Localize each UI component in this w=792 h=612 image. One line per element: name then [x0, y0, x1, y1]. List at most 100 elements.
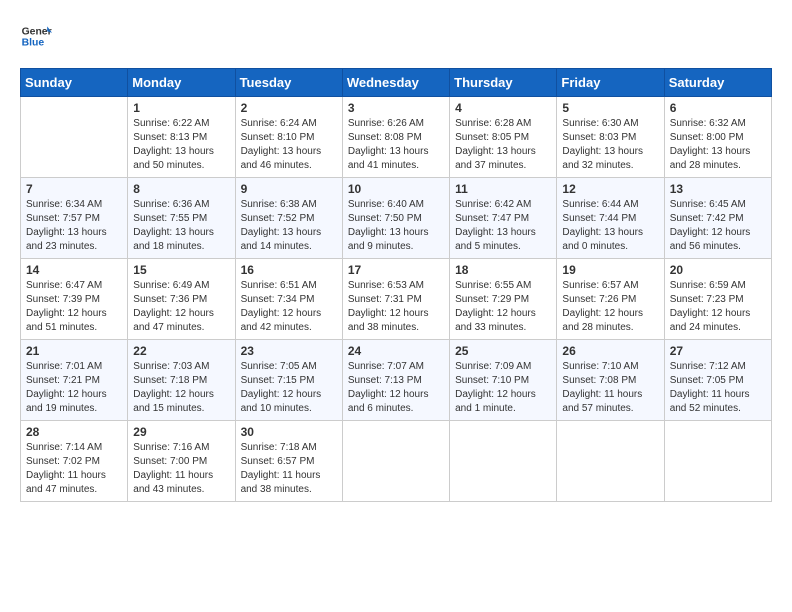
day-info: Sunrise: 7:05 AMSunset: 7:15 PMDaylight:… — [241, 360, 337, 416]
calendar-day-cell: 9 Sunrise: 6:38 AMSunset: 7:52 PMDaylight… — [235, 178, 342, 259]
day-number: 28 — [26, 425, 122, 439]
day-info: Sunrise: 6:57 AMSunset: 7:26 PMDaylight:… — [562, 279, 658, 335]
calendar-day-cell — [664, 421, 771, 502]
calendar-day-cell: 12Sunrise: 6:44 AMSunset: 7:44 PMDayligh… — [557, 178, 664, 259]
calendar-day-cell: 17 Sunrise: 6:53 AMSunset: 7:31 PMDayligh… — [342, 259, 449, 340]
calendar-day-cell: 30 Sunrise: 7:18 AMSunset: 6:57 PMDayligh… — [235, 421, 342, 502]
calendar-week-row: 14Sunrise: 6:47 AMSunset: 7:39 PMDayligh… — [21, 259, 772, 340]
calendar-day-cell: 19 Sunrise: 6:57 AMSunset: 7:26 PMDayligh… — [557, 259, 664, 340]
day-info: Sunrise: 6:38 AMSunset: 7:52 PMDaylight:… — [241, 198, 337, 254]
calendar-day-cell — [342, 421, 449, 502]
day-info: Sunrise: 7:14 AMSunset: 7:02 PMDaylight:… — [26, 441, 122, 497]
day-info: Sunrise: 7:12 AMSunset: 7:05 PMDaylight:… — [670, 360, 766, 416]
weekday-header: Sunday — [21, 69, 128, 97]
day-number: 10 — [348, 182, 444, 196]
calendar-day-cell: 10Sunrise: 6:40 AMSunset: 7:50 PMDayligh… — [342, 178, 449, 259]
weekday-header: Wednesday — [342, 69, 449, 97]
page-header: General Blue — [20, 20, 772, 52]
calendar-day-cell: 3Sunrise: 6:26 AMSunset: 8:08 PMDaylight… — [342, 97, 449, 178]
svg-text:Blue: Blue — [22, 38, 45, 49]
day-number: 15 — [133, 263, 229, 277]
calendar-week-row: 1Sunrise: 6:22 AMSunset: 8:13 PMDaylight… — [21, 97, 772, 178]
calendar-day-cell: 15 Sunrise: 6:49 AMSunset: 7:36 PMDayligh… — [128, 259, 235, 340]
day-number: 19 — [562, 263, 658, 277]
calendar-table: SundayMondayTuesdayWednesdayThursdayFrid… — [20, 68, 772, 502]
calendar-day-cell: 2 Sunrise: 6:24 AMSunset: 8:10 PMDaylight… — [235, 97, 342, 178]
day-number: 29 — [133, 425, 229, 439]
day-info: Sunrise: 6:44 AMSunset: 7:44 PMDaylight:… — [562, 198, 658, 254]
calendar-day-cell — [557, 421, 664, 502]
day-info: Sunrise: 6:34 AMSunset: 7:57 PMDaylight:… — [26, 198, 122, 254]
day-info: Sunrise: 7:03 AMSunset: 7:18 PMDaylight:… — [133, 360, 229, 416]
day-info: Sunrise: 7:16 AMSunset: 7:00 PMDaylight:… — [133, 441, 229, 497]
calendar-day-cell: 27 Sunrise: 7:12 AMSunset: 7:05 PMDayligh… — [664, 340, 771, 421]
day-number: 30 — [241, 425, 337, 439]
day-info: Sunrise: 6:49 AMSunset: 7:36 PMDaylight:… — [133, 279, 229, 335]
calendar-day-cell: 25 Sunrise: 7:09 AMSunset: 7:10 PMDayligh… — [450, 340, 557, 421]
calendar-day-cell — [450, 421, 557, 502]
calendar-day-cell: 18 Sunrise: 6:55 AMSunset: 7:29 PMDayligh… — [450, 259, 557, 340]
calendar-day-cell: 29 Sunrise: 7:16 AMSunset: 7:00 PMDayligh… — [128, 421, 235, 502]
calendar-day-cell: 6 Sunrise: 6:32 AMSunset: 8:00 PMDaylight… — [664, 97, 771, 178]
day-info: Sunrise: 7:10 AMSunset: 7:08 PMDaylight:… — [562, 360, 658, 416]
calendar-day-cell: 1Sunrise: 6:22 AMSunset: 8:13 PMDaylight… — [128, 97, 235, 178]
day-info: Sunrise: 7:18 AMSunset: 6:57 PMDaylight:… — [241, 441, 337, 497]
calendar-day-cell: 26 Sunrise: 7:10 AMSunset: 7:08 PMDayligh… — [557, 340, 664, 421]
calendar-day-cell: 8 Sunrise: 6:36 AMSunset: 7:55 PMDaylight… — [128, 178, 235, 259]
weekday-header: Thursday — [450, 69, 557, 97]
day-number: 26 — [562, 344, 658, 358]
day-info: Sunrise: 6:45 AMSunset: 7:42 PMDaylight:… — [670, 198, 766, 254]
day-number: 8 — [133, 182, 229, 196]
day-number: 27 — [670, 344, 766, 358]
calendar-day-cell: 21 Sunrise: 7:01 AMSunset: 7:21 PMDayligh… — [21, 340, 128, 421]
calendar-day-cell: 22 Sunrise: 7:03 AMSunset: 7:18 PMDayligh… — [128, 340, 235, 421]
weekday-header: Tuesday — [235, 69, 342, 97]
calendar-day-cell: 4Sunrise: 6:28 AMSunset: 8:05 PMDaylight… — [450, 97, 557, 178]
day-info: Sunrise: 7:01 AMSunset: 7:21 PMDaylight:… — [26, 360, 122, 416]
calendar-day-cell: 28 Sunrise: 7:14 AMSunset: 7:02 PMDayligh… — [21, 421, 128, 502]
day-info: Sunrise: 6:59 AMSunset: 7:23 PMDaylight:… — [670, 279, 766, 335]
weekday-header: Monday — [128, 69, 235, 97]
day-number: 7 — [26, 182, 122, 196]
day-info: Sunrise: 6:55 AMSunset: 7:29 PMDaylight:… — [455, 279, 551, 335]
day-number: 18 — [455, 263, 551, 277]
day-info: Sunrise: 7:07 AMSunset: 7:13 PMDaylight:… — [348, 360, 444, 416]
day-info: Sunrise: 7:09 AMSunset: 7:10 PMDaylight:… — [455, 360, 551, 416]
logo-icon: General Blue — [20, 20, 52, 52]
day-info: Sunrise: 6:42 AMSunset: 7:47 PMDaylight:… — [455, 198, 551, 254]
day-info: Sunrise: 6:36 AMSunset: 7:55 PMDaylight:… — [133, 198, 229, 254]
day-info: Sunrise: 6:53 AMSunset: 7:31 PMDaylight:… — [348, 279, 444, 335]
weekday-header: Friday — [557, 69, 664, 97]
calendar-header-row: SundayMondayTuesdayWednesdayThursdayFrid… — [21, 69, 772, 97]
day-info: Sunrise: 6:32 AMSunset: 8:00 PMDaylight:… — [670, 117, 766, 173]
day-number: 9 — [241, 182, 337, 196]
calendar-day-cell: 14Sunrise: 6:47 AMSunset: 7:39 PMDayligh… — [21, 259, 128, 340]
day-number: 21 — [26, 344, 122, 358]
calendar-week-row: 28 Sunrise: 7:14 AMSunset: 7:02 PMDayligh… — [21, 421, 772, 502]
day-number: 25 — [455, 344, 551, 358]
calendar-day-cell: 5Sunrise: 6:30 AMSunset: 8:03 PMDaylight… — [557, 97, 664, 178]
calendar-day-cell: 11 Sunrise: 6:42 AMSunset: 7:47 PMDayligh… — [450, 178, 557, 259]
day-number: 6 — [670, 101, 766, 115]
calendar-day-cell: 24 Sunrise: 7:07 AMSunset: 7:13 PMDayligh… — [342, 340, 449, 421]
weekday-header: Saturday — [664, 69, 771, 97]
day-number: 11 — [455, 182, 551, 196]
calendar-day-cell: 20 Sunrise: 6:59 AMSunset: 7:23 PMDayligh… — [664, 259, 771, 340]
day-number: 20 — [670, 263, 766, 277]
day-number: 17 — [348, 263, 444, 277]
calendar-day-cell: 23 Sunrise: 7:05 AMSunset: 7:15 PMDayligh… — [235, 340, 342, 421]
day-info: Sunrise: 6:24 AMSunset: 8:10 PMDaylight:… — [241, 117, 337, 173]
day-number: 3 — [348, 101, 444, 115]
day-number: 16 — [241, 263, 337, 277]
calendar-week-row: 21 Sunrise: 7:01 AMSunset: 7:21 PMDayligh… — [21, 340, 772, 421]
day-number: 23 — [241, 344, 337, 358]
day-number: 1 — [133, 101, 229, 115]
day-number: 22 — [133, 344, 229, 358]
logo: General Blue — [20, 20, 52, 52]
day-info: Sunrise: 6:28 AMSunset: 8:05 PMDaylight:… — [455, 117, 551, 173]
calendar-day-cell: 16Sunrise: 6:51 AMSunset: 7:34 PMDayligh… — [235, 259, 342, 340]
day-number: 2 — [241, 101, 337, 115]
calendar-day-cell: 7 Sunrise: 6:34 AMSunset: 7:57 PMDaylight… — [21, 178, 128, 259]
day-number: 24 — [348, 344, 444, 358]
day-number: 5 — [562, 101, 658, 115]
